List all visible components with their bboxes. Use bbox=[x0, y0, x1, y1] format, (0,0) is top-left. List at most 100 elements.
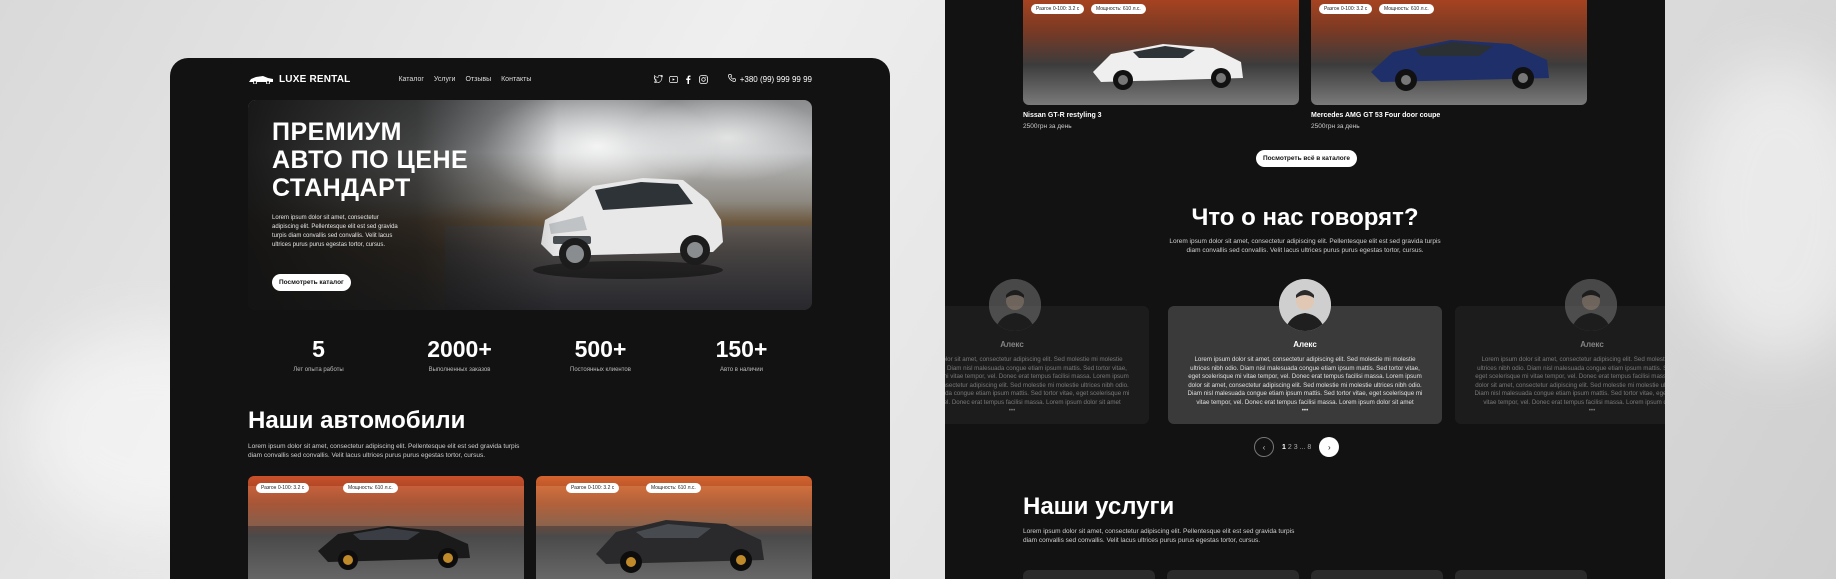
car-logo-icon bbox=[248, 74, 274, 84]
car-card-photo[interactable]: Разгон 0-100: 3.2 с Мощность: 610 л.с. bbox=[1311, 0, 1587, 105]
menu-item-catalog[interactable]: Каталог bbox=[398, 76, 423, 83]
subtitle-line: Lorem ipsum dolor sit amet, consectetur … bbox=[1169, 238, 1441, 245]
stat-item: 2000+ Выполненных заказов bbox=[389, 336, 530, 373]
chip-acceleration: Разгон 0-100: 3.2 с bbox=[1031, 4, 1085, 14]
stat-label: Выполненных заказов bbox=[428, 367, 491, 373]
chevron-left-icon: ‹ bbox=[1262, 442, 1266, 452]
stat-label: Лет опыта работы bbox=[293, 367, 344, 373]
twitter-icon[interactable] bbox=[653, 75, 663, 84]
youtube-icon[interactable] bbox=[668, 75, 678, 84]
reviewer-name: Алекс bbox=[1000, 340, 1024, 349]
social-links bbox=[653, 74, 708, 84]
subtitle-line: diam convallis sed convallis. Velit lacu… bbox=[248, 452, 485, 459]
subtitle-line: Lorem ipsum dolor sit amet, consectetur … bbox=[1023, 528, 1295, 535]
service-card[interactable] bbox=[1455, 570, 1587, 579]
nissan-gtr-photo bbox=[1093, 44, 1243, 90]
menu-item-reviews[interactable]: Отзывы bbox=[465, 76, 491, 83]
review-body: Lorem ipsum dolor sit amet, consectetur … bbox=[1474, 356, 1665, 406]
review-text: Lorem ipsum dolor sit amet, consectetur … bbox=[1168, 356, 1442, 416]
avatar bbox=[1565, 279, 1617, 331]
car-name[interactable]: Nissan GT-R restyling 3 bbox=[1023, 112, 1102, 119]
car-card-photo[interactable]: Разгон 0-100: 3.2 с Мощность: 610 л.с. bbox=[1023, 0, 1299, 105]
reviews-pagination: ‹ 1 2 3 ... 8 › bbox=[1254, 437, 1340, 457]
menu-item-services[interactable]: Услуги bbox=[434, 76, 456, 83]
page-numbers: 1 2 3 ... 8 bbox=[1282, 444, 1311, 451]
chip-power: Мощность: 610 л.с. bbox=[1379, 4, 1434, 14]
navbar: LUXE RENTAL Каталог Услуги Отзывы Контак… bbox=[248, 70, 812, 88]
stats-row: 5 Лет опыта работы 2000+ Выполненных зак… bbox=[248, 336, 812, 373]
hero-banner: ПРЕМИУМ АВТО ПО ЦЕНЕ СТАНДАРТ Lorem ipsu… bbox=[248, 100, 812, 310]
page-2[interactable]: 2 bbox=[1288, 444, 1292, 451]
review-text: Lorem ipsum dolor sit amet, consectetur … bbox=[1455, 356, 1665, 416]
facebook-icon[interactable] bbox=[684, 75, 693, 84]
car-price: 2500грн за день bbox=[1023, 123, 1072, 130]
subtitle-line: Lorem ipsum dolor sit amet, consectetur … bbox=[248, 443, 520, 450]
stat-label: Постоянных клиентов bbox=[570, 367, 631, 373]
stat-item: 150+ Авто в наличии bbox=[671, 336, 812, 373]
prev-page-button[interactable]: ‹ bbox=[1254, 437, 1274, 457]
service-card[interactable] bbox=[1311, 570, 1443, 579]
chip-power: Мощность: 610 л.с. bbox=[343, 483, 398, 493]
services-subtitle: Lorem ipsum dolor sit amet, consectetur … bbox=[1023, 527, 1323, 545]
services-title: Наши услуги bbox=[1023, 493, 1175, 520]
landing-mockup-bottom: Разгон 0-100: 3.2 с Мощность: 610 л.с. Р… bbox=[945, 0, 1665, 579]
chevron-right-icon: › bbox=[1327, 442, 1331, 452]
subtitle-line: diam convallis sed convallis. Velit lacu… bbox=[1023, 537, 1260, 544]
hero-description: Lorem ipsum dolor sit amet, consectetur … bbox=[272, 215, 398, 248]
hero-title-line: ПРЕМИУМ bbox=[272, 118, 402, 146]
phone-icon bbox=[727, 74, 736, 84]
phone-link[interactable]: +380 (99) 999 99 99 bbox=[727, 74, 812, 84]
review-body: Lorem ipsum dolor sit amet, consectetur … bbox=[1187, 356, 1423, 406]
review-more[interactable]: ••• bbox=[1473, 407, 1665, 416]
chip-acceleration: Разгон 0-100: 3.2 с bbox=[256, 483, 310, 493]
avatar bbox=[1279, 279, 1331, 331]
stat-value: 5 bbox=[312, 336, 325, 362]
stat-value: 2000+ bbox=[427, 336, 492, 362]
subtitle-line: diam convallis sed convallis. Velit lacu… bbox=[1186, 247, 1424, 254]
main-menu: Каталог Услуги Отзывы Контакты bbox=[398, 76, 531, 83]
car-price: 2500грн за день bbox=[1311, 123, 1360, 130]
reviewer-name: Алекс bbox=[1580, 340, 1604, 349]
page-ellipsis: ... bbox=[1299, 443, 1306, 451]
view-all-catalog-button[interactable]: Посмотреть всё в каталоге bbox=[1256, 150, 1358, 167]
car-name[interactable]: Mercedes AMG GT 53 Four door coupe bbox=[1311, 112, 1440, 119]
background-blur bbox=[1680, 60, 1836, 360]
logo[interactable]: LUXE RENTAL bbox=[248, 74, 350, 85]
mercedes-amg-photo bbox=[1371, 40, 1549, 91]
stat-label: Авто в наличии bbox=[720, 367, 763, 373]
reviewer-name: Алекс bbox=[1293, 340, 1317, 349]
cars-section-title: Наши автомобили bbox=[248, 407, 466, 434]
review-more[interactable]: ••• bbox=[1186, 407, 1424, 416]
stat-value: 150+ bbox=[715, 336, 768, 362]
menu-item-contacts[interactable]: Контакты bbox=[501, 76, 531, 83]
hero-title: ПРЕМИУМ АВТО ПО ЦЕНЕ СТАНДАРТ bbox=[272, 118, 468, 202]
brand-name: LUXE RENTAL bbox=[279, 73, 351, 85]
chip-acceleration: Разгон 0-100: 3.2 с bbox=[566, 483, 620, 493]
next-page-button[interactable]: › bbox=[1319, 437, 1340, 457]
chip-power: Мощность: 610 л.с. bbox=[646, 483, 701, 493]
instagram-icon[interactable] bbox=[698, 74, 708, 84]
page-3[interactable]: 3 bbox=[1294, 444, 1298, 451]
review-text: Lorem ipsum dolor sit amet, consectetur … bbox=[945, 356, 1149, 416]
stat-item: 500+ Постоянных клиентов bbox=[530, 336, 671, 373]
landing-mockup-top: LUXE RENTAL Каталог Услуги Отзывы Контак… bbox=[170, 58, 890, 579]
hero-title-line: АВТО ПО ЦЕНЕ bbox=[272, 146, 469, 174]
avatar bbox=[989, 279, 1041, 331]
reviews-subtitle: Lorem ipsum dolor sit amet, consectetur … bbox=[945, 237, 1665, 255]
stat-item: 5 Лет опыта работы bbox=[248, 336, 389, 373]
view-catalog-button[interactable]: Посмотреть каталог bbox=[272, 274, 351, 291]
stat-value: 500+ bbox=[574, 336, 627, 362]
review-more[interactable]: ••• bbox=[945, 407, 1131, 416]
reviews-title: Что о нас говорят? bbox=[1191, 204, 1419, 231]
cars-section-subtitle: Lorem ipsum dolor sit amet, consectetur … bbox=[248, 442, 548, 460]
review-body: Lorem ipsum dolor sit amet, consectetur … bbox=[945, 356, 1130, 406]
phone-number: +380 (99) 999 99 99 bbox=[739, 74, 812, 84]
page-1[interactable]: 1 bbox=[1282, 444, 1286, 451]
car-card-photo[interactable]: Разгон 0-100: 3.2 с Мощность: 610 л.с. bbox=[248, 476, 524, 579]
service-card[interactable] bbox=[1167, 570, 1299, 579]
chip-power: Мощность: 610 л.с. bbox=[1091, 4, 1146, 14]
chip-acceleration: Разгон 0-100: 3.2 с bbox=[1319, 4, 1373, 14]
page-last[interactable]: 8 bbox=[1307, 444, 1311, 451]
service-card[interactable] bbox=[1023, 570, 1155, 579]
car-card-photo[interactable]: Разгон 0-100: 3.2 с Мощность: 610 л.с. bbox=[536, 476, 812, 579]
